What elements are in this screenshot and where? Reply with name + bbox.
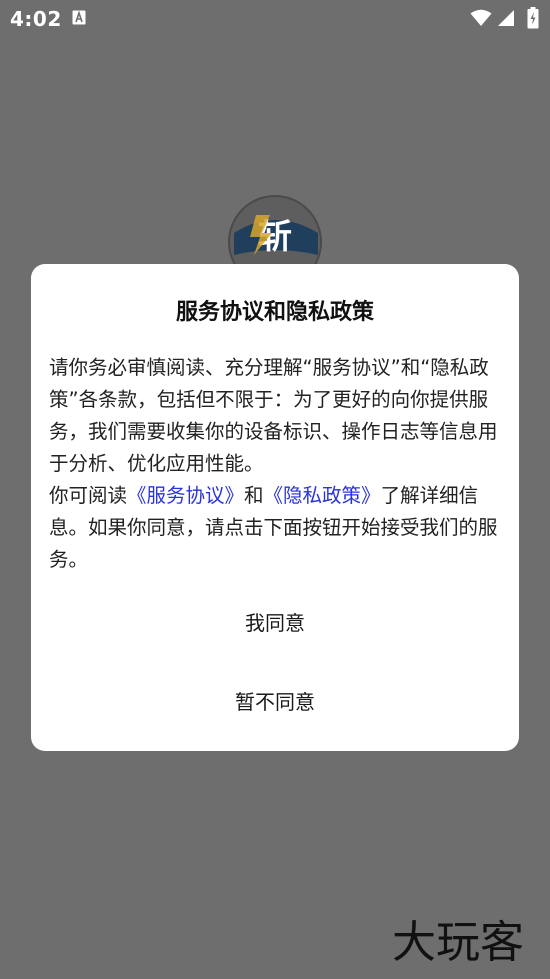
privacy-policy-link[interactable]: 《隐私政策》 <box>264 484 381 507</box>
agree-button[interactable]: 我同意 <box>31 607 519 636</box>
signal-icon <box>498 10 514 26</box>
dialog-body: 请你务必审慎阅读、充分理解“服务协议”和“隐私政策”各条款，包括但不限于：为了更… <box>49 352 505 576</box>
dialog-paragraph-1: 请你务必审慎阅读、充分理解“服务协议”和“隐私政策”各条款，包括但不限于：为了更… <box>49 356 498 475</box>
privacy-dialog: 服务协议和隐私政策 请你务必审慎阅读、充分理解“服务协议”和“隐私政策”各条款，… <box>31 264 519 751</box>
paragraph-2-middle: 和 <box>244 484 264 507</box>
svg-text:大玩客: 大玩客 <box>392 917 524 968</box>
disagree-button[interactable]: 暂不同意 <box>31 686 519 715</box>
dialog-paragraph-2: 你可阅读《服务协议》和《隐私政策》了解详细信息。如果你同意，请点击下面按钮开始接… <box>49 480 505 576</box>
app-notification-icon <box>72 10 86 25</box>
wifi-icon <box>470 9 492 26</box>
battery-charging-icon <box>527 7 539 29</box>
service-agreement-link[interactable]: 《服务协议》 <box>127 484 244 507</box>
watermark-logo: 大玩客 <box>392 917 524 968</box>
status-time: 4:02 <box>10 7 62 31</box>
paragraph-2-prefix: 你可阅读 <box>49 484 128 507</box>
dialog-title: 服务协议和隐私政策 <box>175 300 374 325</box>
status-bar: 4:02 <box>0 0 550 38</box>
